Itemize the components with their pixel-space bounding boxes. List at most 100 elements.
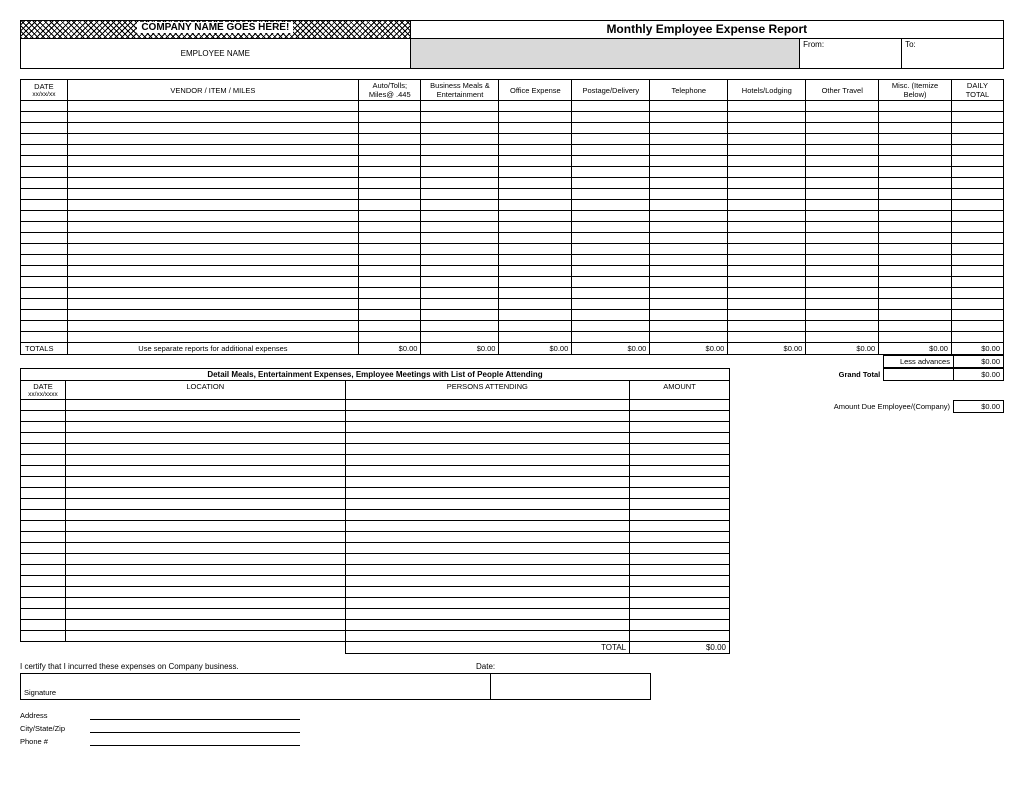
detail-col-persons: PERSONS ATTENDING bbox=[345, 381, 630, 400]
cert-date-label: Date: bbox=[476, 662, 495, 671]
col-travel: Other Travel bbox=[806, 80, 879, 101]
table-row[interactable] bbox=[21, 477, 730, 488]
table-row[interactable] bbox=[21, 455, 730, 466]
phone-field[interactable] bbox=[90, 736, 300, 746]
col-biz: Business Meals & Entertainment bbox=[421, 80, 499, 101]
table-row[interactable] bbox=[21, 576, 730, 587]
from-field[interactable]: From: bbox=[800, 39, 902, 69]
amount-due-label: Amount Due Employee/(Company) bbox=[730, 401, 954, 413]
total-daily: $0.00 bbox=[951, 343, 1003, 355]
table-row[interactable] bbox=[21, 598, 730, 609]
table-row[interactable] bbox=[21, 222, 1004, 233]
address-section: Address City/State/Zip Phone # bbox=[20, 710, 1004, 746]
table-row[interactable] bbox=[21, 422, 730, 433]
table-row[interactable] bbox=[21, 444, 730, 455]
certification-line: I certify that I incurred these expenses… bbox=[20, 662, 1004, 671]
table-row[interactable] bbox=[21, 510, 730, 521]
report-title: Monthly Employee Expense Report bbox=[410, 21, 1003, 39]
detail-table: Detail Meals, Entertainment Expenses, Em… bbox=[20, 368, 730, 654]
detail-total-label: TOTAL bbox=[345, 642, 630, 654]
table-row[interactable] bbox=[21, 433, 730, 444]
detail-columns-row: DATExx/xx/xxxx LOCATION PERSONS ATTENDIN… bbox=[21, 381, 730, 400]
table-row[interactable] bbox=[21, 565, 730, 576]
table-row[interactable] bbox=[21, 620, 730, 631]
col-hotel: Hotels/Lodging bbox=[728, 80, 806, 101]
table-row[interactable] bbox=[21, 587, 730, 598]
less-advances-row: Less advances $0.00 bbox=[20, 355, 1004, 368]
table-row[interactable] bbox=[21, 123, 1004, 134]
table-row[interactable] bbox=[21, 532, 730, 543]
table-row[interactable] bbox=[21, 299, 1004, 310]
signature-field[interactable]: Signature bbox=[21, 674, 491, 700]
employee-name-field[interactable] bbox=[410, 39, 800, 69]
table-row[interactable] bbox=[21, 101, 1004, 112]
table-row[interactable] bbox=[21, 310, 1004, 321]
expense-table: DATExx/xx/xx VENDOR / ITEM / MILES Auto/… bbox=[20, 79, 1004, 355]
total-office: $0.00 bbox=[499, 343, 572, 355]
table-row[interactable] bbox=[21, 112, 1004, 123]
table-row[interactable] bbox=[21, 288, 1004, 299]
use-separate-note: Use separate reports for additional expe… bbox=[67, 343, 358, 355]
csz-field[interactable] bbox=[90, 723, 300, 733]
employee-name-label: EMPLOYEE NAME bbox=[21, 39, 411, 69]
less-advances-label: Less advances bbox=[884, 356, 954, 368]
table-row[interactable] bbox=[21, 255, 1004, 266]
col-date: DATExx/xx/xx bbox=[21, 80, 68, 101]
table-row[interactable] bbox=[21, 488, 730, 499]
table-row[interactable] bbox=[21, 266, 1004, 277]
col-office: Office Expense bbox=[499, 80, 572, 101]
detail-col-date: DATExx/xx/xxxx bbox=[21, 381, 66, 400]
table-row[interactable] bbox=[21, 631, 730, 642]
table-row[interactable] bbox=[21, 244, 1004, 255]
total-auto: $0.00 bbox=[359, 343, 421, 355]
table-row[interactable] bbox=[21, 277, 1004, 288]
to-field[interactable]: To: bbox=[902, 39, 1004, 69]
header-table: COMPANY NAME GOES HERE! Monthly Employee… bbox=[20, 20, 1004, 69]
phone-label: Phone # bbox=[20, 737, 90, 746]
table-row[interactable] bbox=[21, 411, 730, 422]
table-row[interactable] bbox=[21, 321, 1004, 332]
grand-total-label: Grand Total bbox=[730, 369, 884, 381]
table-row[interactable] bbox=[21, 466, 730, 477]
table-row[interactable] bbox=[21, 521, 730, 532]
table-row[interactable] bbox=[21, 233, 1004, 244]
total-biz: $0.00 bbox=[421, 343, 499, 355]
table-row[interactable] bbox=[21, 167, 1004, 178]
table-header-row: DATExx/xx/xx VENDOR / ITEM / MILES Auto/… bbox=[21, 80, 1004, 101]
address-label: Address bbox=[20, 711, 90, 720]
grand-total-value: $0.00 bbox=[954, 369, 1004, 381]
table-row[interactable] bbox=[21, 400, 730, 411]
certification-text: I certify that I incurred these expenses… bbox=[20, 662, 239, 671]
total-tel: $0.00 bbox=[650, 343, 728, 355]
address-field[interactable] bbox=[90, 710, 300, 720]
table-row[interactable] bbox=[21, 609, 730, 620]
table-row[interactable] bbox=[21, 156, 1004, 167]
col-post: Postage/Delivery bbox=[572, 80, 650, 101]
table-row[interactable] bbox=[21, 332, 1004, 343]
col-total: DAILY TOTAL bbox=[951, 80, 1003, 101]
table-row[interactable] bbox=[21, 134, 1004, 145]
signature-date-field[interactable] bbox=[491, 674, 651, 700]
col-auto: Auto/Tolls; Miles@ .445 bbox=[359, 80, 421, 101]
detail-col-location: LOCATION bbox=[65, 381, 345, 400]
col-tel: Telephone bbox=[650, 80, 728, 101]
table-row[interactable] bbox=[21, 145, 1004, 156]
total-hotel: $0.00 bbox=[728, 343, 806, 355]
table-row[interactable] bbox=[21, 189, 1004, 200]
table-row[interactable] bbox=[21, 554, 730, 565]
table-row[interactable] bbox=[21, 200, 1004, 211]
col-misc: Misc. (Itemize Below) bbox=[879, 80, 952, 101]
signature-table: Signature bbox=[20, 673, 651, 700]
csz-label: City/State/Zip bbox=[20, 724, 90, 733]
totals-label: TOTALS bbox=[21, 343, 68, 355]
table-row[interactable] bbox=[21, 499, 730, 510]
total-travel: $0.00 bbox=[806, 343, 879, 355]
table-row[interactable] bbox=[21, 211, 1004, 222]
amount-due-value: $0.00 bbox=[954, 401, 1004, 413]
detail-col-amount: AMOUNT bbox=[630, 381, 730, 400]
company-name-cell: COMPANY NAME GOES HERE! bbox=[21, 21, 411, 39]
total-post: $0.00 bbox=[572, 343, 650, 355]
table-row[interactable] bbox=[21, 543, 730, 554]
total-misc: $0.00 bbox=[879, 343, 952, 355]
table-row[interactable] bbox=[21, 178, 1004, 189]
